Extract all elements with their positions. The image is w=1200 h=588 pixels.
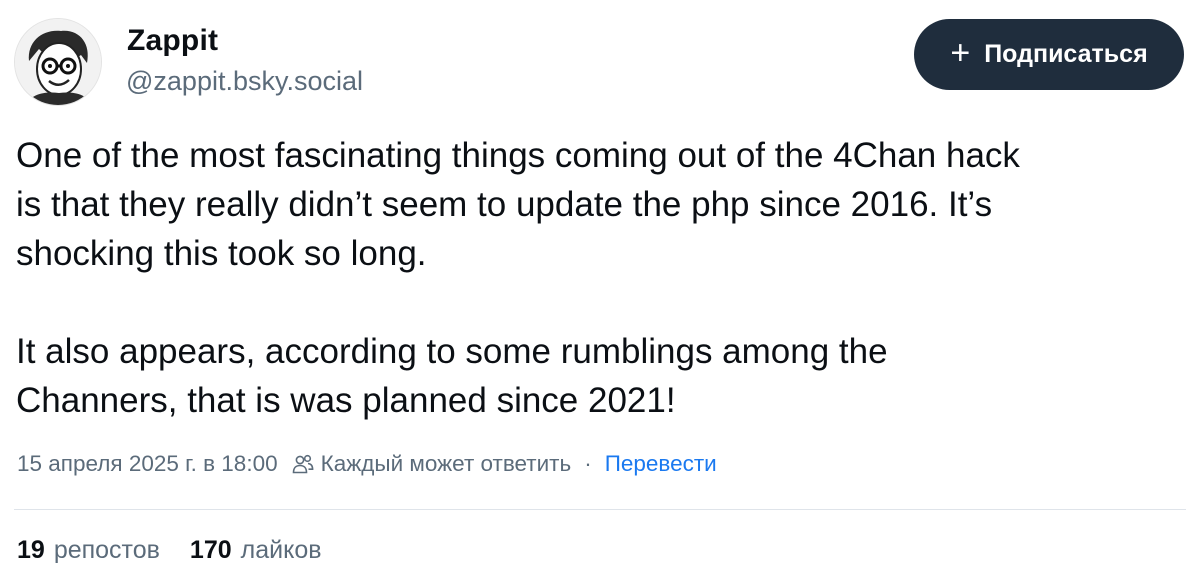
- post-text-line: Channers, that is was planned since 2021…: [16, 381, 676, 420]
- reposts-count: 19: [17, 536, 45, 564]
- post-stats: 19 репостов 170 лайков: [17, 536, 322, 565]
- meta-separator: ·: [584, 451, 592, 476]
- plus-icon: +: [950, 34, 971, 72]
- post-timestamp[interactable]: 15 апреля 2025 г. в 18:00: [17, 451, 278, 477]
- avatar-cartoon-glasses-icon: [15, 19, 101, 105]
- translate-link[interactable]: Перевести: [605, 451, 717, 477]
- likes-label: лайков: [240, 536, 322, 564]
- reposts-stat[interactable]: 19 репостов: [17, 536, 160, 565]
- post-text-line: is that they really didn’t seem to updat…: [16, 185, 993, 224]
- likes-stat[interactable]: 170 лайков: [190, 536, 322, 565]
- divider: [14, 509, 1186, 510]
- author-avatar[interactable]: [14, 18, 102, 106]
- reply-setting[interactable]: Каждый может ответить: [321, 451, 572, 477]
- post-card: Zappit @zappit.bsky.social + Подписаться…: [0, 0, 1200, 588]
- people-icon: [292, 453, 314, 475]
- post-text-line: One of the most fascinating things comin…: [16, 136, 1020, 175]
- author-display-name[interactable]: Zappit: [127, 24, 218, 58]
- post-text-line: It also appears, according to some rumbl…: [16, 332, 888, 371]
- likes-count: 170: [189, 536, 232, 564]
- post-text-line: shocking this took so long.: [16, 234, 427, 273]
- reposts-label: репостов: [53, 536, 160, 564]
- author-handle[interactable]: @zappit.bsky.social: [126, 66, 363, 97]
- follow-button[interactable]: + Подписаться: [914, 19, 1184, 90]
- post-text: One of the most fascinating things comin…: [16, 131, 1191, 425]
- post-meta: 15 апреля 2025 г. в 18:00 Каждый может о…: [17, 451, 717, 477]
- follow-button-label: Подписаться: [984, 40, 1148, 68]
